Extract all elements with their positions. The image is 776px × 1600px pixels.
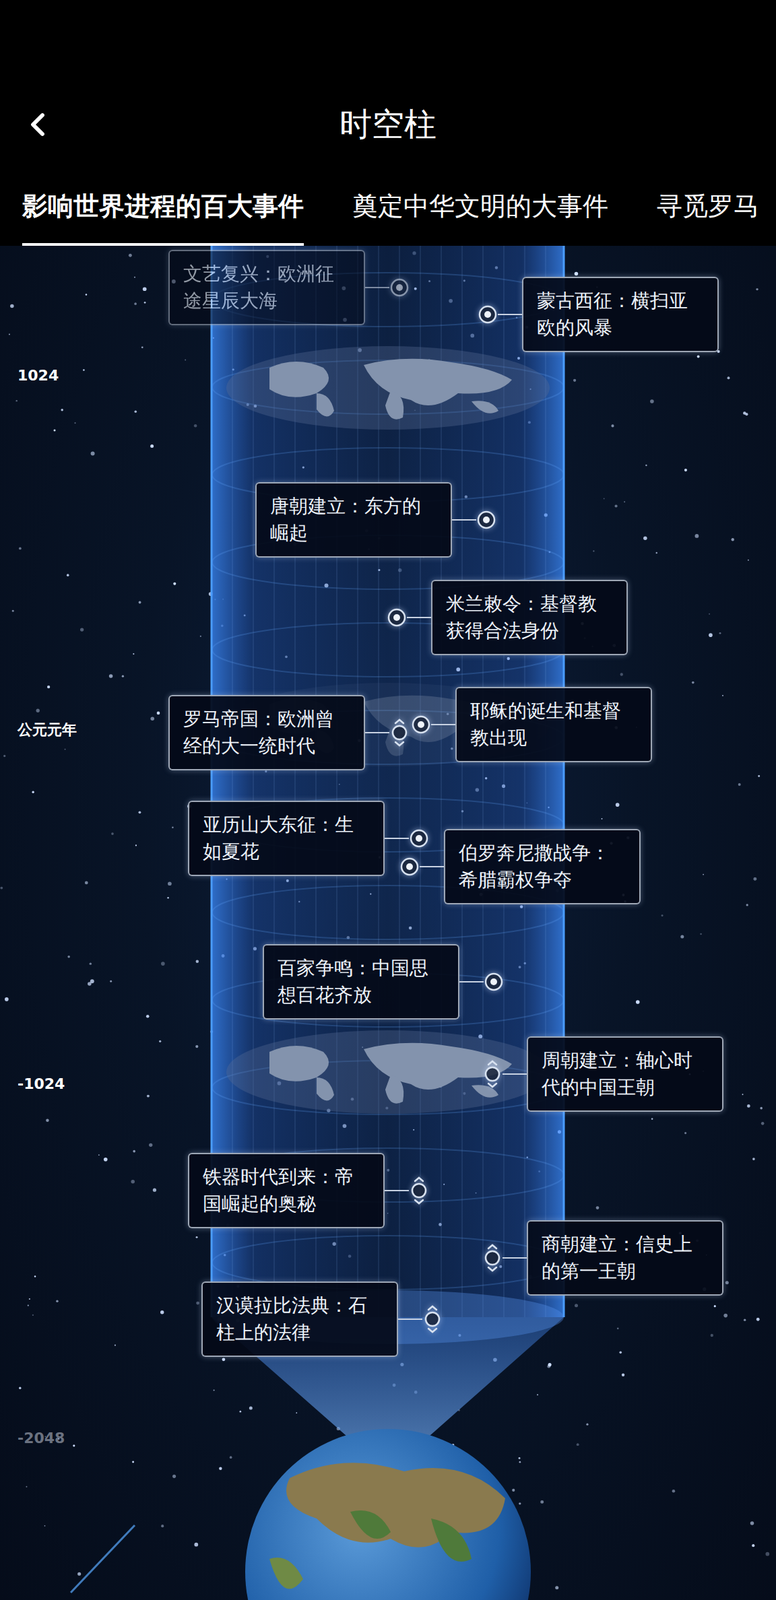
dot-marker-icon[interactable] bbox=[389, 277, 410, 298]
tab[interactable]: 寻觅罗马 bbox=[656, 161, 760, 246]
event-card[interactable]: 铁器时代到来：帝国崛起的奥秘 bbox=[187, 1153, 385, 1229]
event-connector bbox=[419, 866, 444, 868]
page-title: 时空柱 bbox=[339, 103, 437, 147]
event-card[interactable]: 文艺复兴：欧洲征途星辰大海 bbox=[168, 249, 366, 326]
tab[interactable]: 奠定中华文明的大事件 bbox=[352, 161, 609, 246]
tab[interactable]: 影响世界进程的百大事件 bbox=[22, 161, 304, 246]
event-card[interactable]: 伯罗奔尼撒战争：希腊霸权争夺 bbox=[443, 829, 641, 905]
event-node: 商朝建立：信史上的第一王朝 bbox=[482, 1220, 724, 1297]
page: 时空柱影响世界进程的百大事件奠定中华文明的大事件寻觅罗马1024公元元年-102… bbox=[0, 0, 776, 1600]
event-connector bbox=[365, 732, 390, 734]
dot-marker-icon[interactable] bbox=[408, 828, 430, 849]
event-card[interactable]: 蒙古西征：横扫亚欧的风暴 bbox=[522, 276, 719, 353]
event-connector bbox=[406, 617, 432, 619]
axis-tick: 1024 bbox=[17, 365, 77, 721]
event-connector bbox=[384, 1190, 409, 1192]
world-map-disc bbox=[226, 1030, 550, 1115]
dot-marker-icon[interactable] bbox=[410, 714, 432, 735]
expand-marker-icon[interactable] bbox=[482, 1242, 503, 1274]
event-connector bbox=[398, 1318, 423, 1321]
event-node: 文艺复兴：欧洲征途星辰大海 bbox=[168, 249, 410, 326]
back-arrow-icon bbox=[18, 105, 57, 144]
dot-marker-icon[interactable] bbox=[477, 304, 498, 325]
expand-marker-icon[interactable] bbox=[389, 717, 410, 749]
event-node: 蒙古西征：横扫亚欧的风暴 bbox=[477, 276, 719, 353]
event-node: 百家争鸣：中国思想百花齐放 bbox=[262, 944, 504, 1020]
event-node: 罗马帝国：欧洲曾经的大一统时代 bbox=[168, 695, 410, 771]
event-node: 唐朝建立：东方的崛起 bbox=[255, 482, 497, 558]
event-connector bbox=[459, 981, 484, 983]
event-card[interactable]: 汉谟拉比法典：石柱上的法律 bbox=[201, 1281, 399, 1358]
event-card[interactable]: 罗马帝国：欧洲曾经的大一统时代 bbox=[168, 695, 366, 771]
event-node: 汉谟拉比法典：石柱上的法律 bbox=[201, 1281, 443, 1358]
event-node: 米兰敕令：基督教获得合法身份 bbox=[386, 579, 628, 656]
axis-label: 公元元年 bbox=[17, 720, 77, 741]
back-button[interactable] bbox=[16, 103, 60, 147]
header: 时空柱影响世界进程的百大事件奠定中华文明的大事件寻觅罗马 bbox=[0, 0, 776, 246]
event-card[interactable]: 周朝建立：轴心时代的中国王朝 bbox=[526, 1036, 724, 1113]
space-pillar-drawing bbox=[0, 245, 776, 1600]
timeline-canvas: 1024 公元元年 -1024 -2048 文艺复兴：欧洲征途星辰大海 蒙古西征：横扫亚欧… bbox=[0, 245, 776, 1600]
event-node: 亚历山大东征：生如夏花 bbox=[187, 800, 430, 877]
event-card[interactable]: 商朝建立：信史上的第一王朝 bbox=[526, 1220, 724, 1297]
dot-marker-icon[interactable] bbox=[483, 972, 504, 993]
axis-tick: -1024 bbox=[17, 1074, 77, 1429]
time-axis: 1024 公元元年 -1024 -2048 bbox=[17, 245, 77, 1600]
event-connector bbox=[431, 724, 456, 726]
event-connector bbox=[384, 837, 409, 840]
dot-marker-icon[interactable] bbox=[399, 856, 420, 878]
title-bar: 时空柱 bbox=[0, 87, 776, 162]
event-card[interactable]: 米兰敕令：基督教获得合法身份 bbox=[431, 579, 628, 656]
axis-label: 1024 bbox=[17, 365, 77, 386]
expand-marker-icon[interactable] bbox=[422, 1304, 443, 1336]
event-card[interactable]: 唐朝建立：东方的崛起 bbox=[255, 482, 452, 558]
event-node: 伯罗奔尼撒战争：希腊霸权争夺 bbox=[399, 829, 641, 905]
event-card[interactable]: 百家争鸣：中国思想百花齐放 bbox=[262, 944, 460, 1020]
event-connector bbox=[502, 1257, 527, 1259]
axis-tick: -2048 bbox=[17, 1428, 77, 1600]
dot-marker-icon[interactable] bbox=[386, 607, 407, 628]
dot-marker-icon[interactable] bbox=[476, 509, 497, 531]
axis-label: -1024 bbox=[17, 1074, 77, 1095]
world-map-disc bbox=[226, 346, 550, 430]
event-node: 铁器时代到来：帝国崛起的奥秘 bbox=[187, 1153, 430, 1229]
axis-label: -2048 bbox=[17, 1428, 77, 1449]
event-connector bbox=[365, 286, 390, 289]
tab-row: 影响世界进程的百大事件奠定中华文明的大事件寻觅罗马 bbox=[0, 161, 776, 246]
event-node: 周朝建立：轴心时代的中国王朝 bbox=[482, 1036, 724, 1113]
event-card[interactable]: 耶稣的诞生和基督教出现 bbox=[455, 687, 653, 763]
event-connector bbox=[502, 1073, 527, 1076]
expand-marker-icon[interactable] bbox=[482, 1058, 503, 1090]
event-node: 耶稣的诞生和基督教出现 bbox=[410, 687, 653, 763]
expand-marker-icon[interactable] bbox=[408, 1175, 430, 1207]
event-connector bbox=[451, 519, 477, 521]
axis-tick: 公元元年 bbox=[17, 720, 77, 1075]
event-connector bbox=[497, 313, 523, 316]
event-card[interactable]: 亚历山大东征：生如夏花 bbox=[187, 800, 385, 877]
